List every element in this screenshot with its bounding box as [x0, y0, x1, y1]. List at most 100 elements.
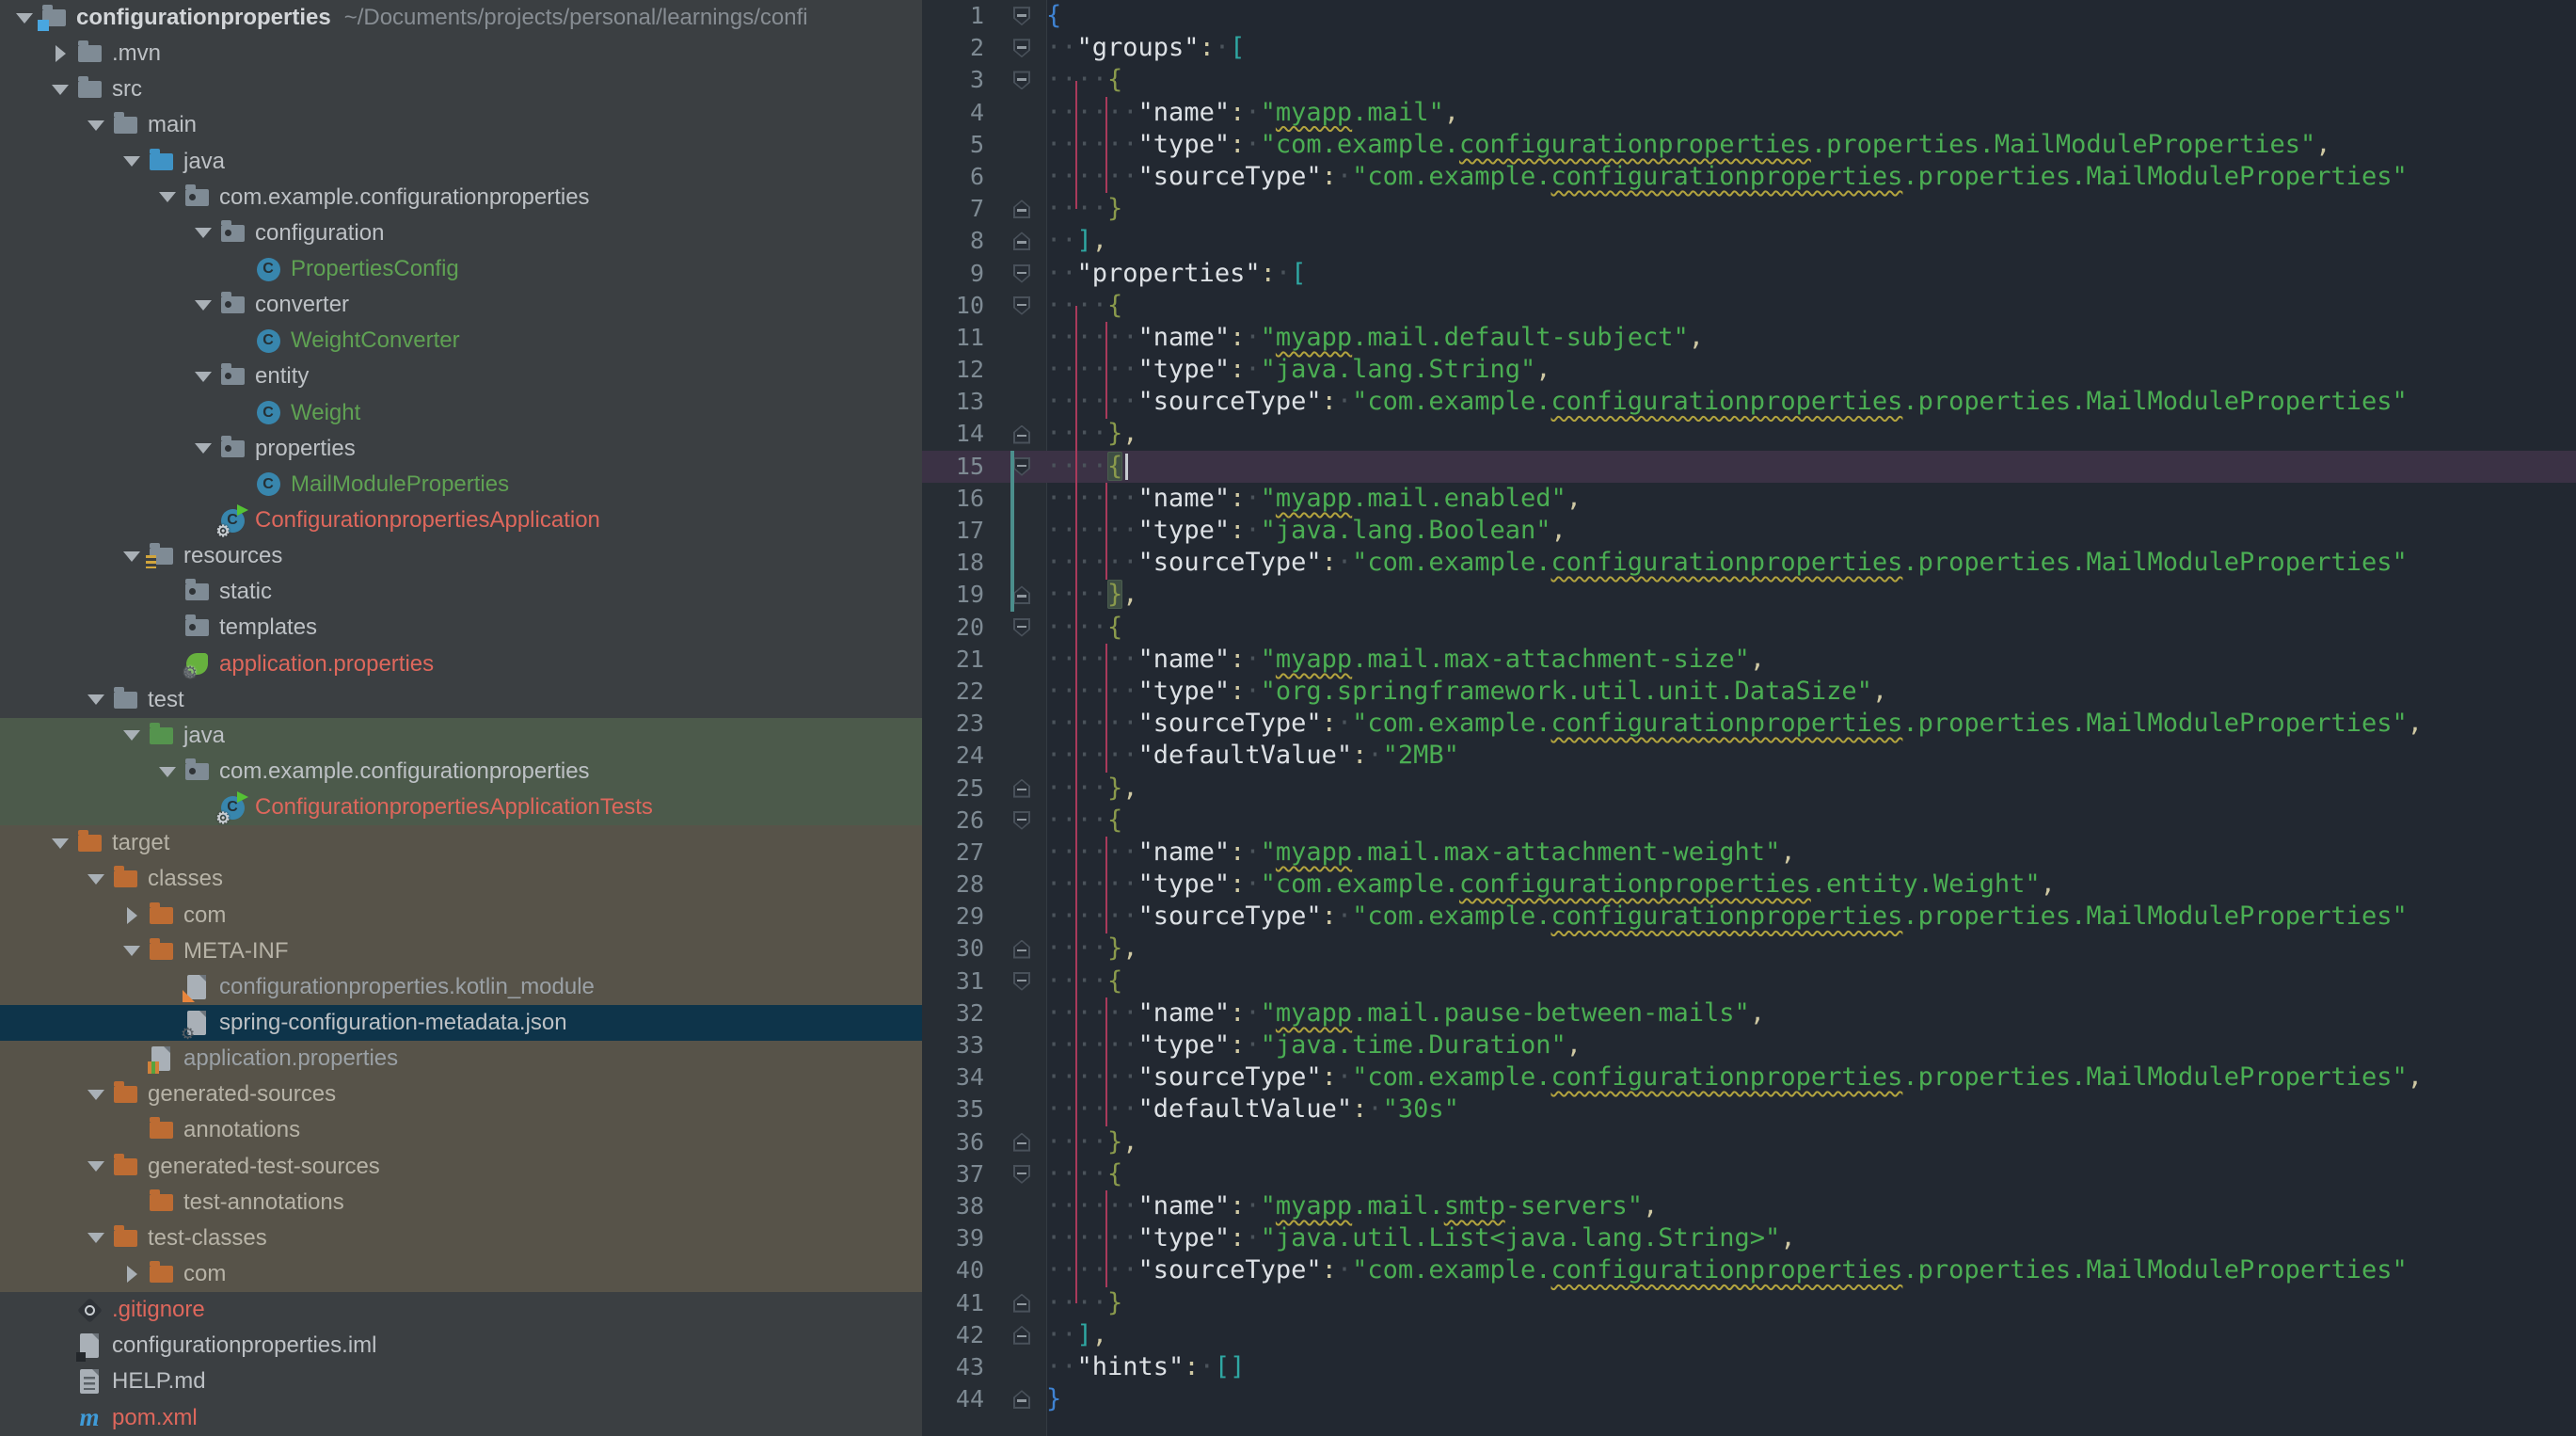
tree-item-properties[interactable]: properties	[0, 431, 922, 467]
code-line[interactable]: 43 ··"hints":·[]	[922, 1351, 2576, 1383]
code-line[interactable]: 23 ······"sourceType":·"com.example.confi…	[922, 708, 2576, 740]
fold-open-icon[interactable]	[1013, 295, 1030, 315]
code-line[interactable]: 32 ······"name":·"myapp.mail.pause-betwee…	[922, 997, 2576, 1029]
tree-item-application.properties[interactable]: application.properties	[0, 646, 922, 683]
fold-marker[interactable]	[997, 1383, 1046, 1415]
tree-item-configurationproperties.iml[interactable]: configurationproperties.iml	[0, 1328, 922, 1364]
tree-item-propertiesconfig[interactable]: C PropertiesConfig	[0, 251, 922, 287]
chevron-down-icon[interactable]	[81, 1161, 111, 1173]
tree-item-help.md[interactable]: HELP.md	[0, 1364, 922, 1399]
fold-close-icon[interactable]	[1013, 939, 1030, 959]
tree-item-java[interactable]: java	[0, 144, 922, 180]
tree-item-meta-inf[interactable]: META-INF	[0, 933, 922, 969]
fold-marker[interactable]	[997, 258, 1046, 290]
code-line[interactable]: 41 ····}	[922, 1287, 2576, 1319]
code-line[interactable]: 29 ······"sourceType":·"com.example.confi…	[922, 901, 2576, 933]
code-line[interactable]: 40 ······"sourceType":·"com.example.confi…	[922, 1254, 2576, 1286]
tree-item-entity[interactable]: entity	[0, 359, 922, 394]
chevron-down-icon[interactable]	[188, 371, 218, 382]
chevron-right-icon[interactable]	[45, 45, 75, 63]
fold-marker[interactable]	[997, 64, 1046, 96]
code-line[interactable]: 25 ····},	[922, 773, 2576, 805]
fold-marker[interactable]	[997, 418, 1046, 450]
tree-item-resources[interactable]: resources	[0, 538, 922, 574]
fold-open-icon[interactable]	[1013, 971, 1030, 991]
code-line[interactable]: 33 ······"type":·"java.time.Duration",	[922, 1029, 2576, 1061]
tree-item-weight[interactable]: C Weight	[0, 395, 922, 431]
tree-item-target[interactable]: target	[0, 825, 922, 862]
fold-open-icon[interactable]	[1013, 39, 1030, 58]
chevron-down-icon[interactable]	[152, 192, 183, 203]
fold-marker[interactable]	[997, 1158, 1046, 1190]
tree-item-com.example.configurationproperties[interactable]: com.example.configurationproperties	[0, 753, 922, 790]
fold-close-icon[interactable]	[1013, 199, 1030, 219]
code-line[interactable]: 24 ······"defaultValue":·"2MB"	[922, 740, 2576, 772]
chevron-down-icon[interactable]	[188, 443, 218, 455]
code-line[interactable]: 20 ····{	[922, 612, 2576, 644]
tree-item-configurationproperties[interactable]: configurationproperties ~/Documents/proje…	[0, 0, 922, 36]
code-line[interactable]: 36 ····},	[922, 1126, 2576, 1158]
tree-item-application.properties[interactable]: application.properties	[0, 1041, 922, 1077]
fold-open-icon[interactable]	[1013, 810, 1030, 830]
tree-item-test-annotations[interactable]: test-annotations	[0, 1184, 922, 1221]
fold-open-icon[interactable]	[1013, 1164, 1030, 1184]
fold-open-icon[interactable]	[1013, 7, 1030, 26]
code-line[interactable]: 31 ····{	[922, 965, 2576, 997]
vcs-change-bar[interactable]	[1010, 450, 1014, 612]
code-line[interactable]: 21 ······"name":·"myapp.mail.max-attachme…	[922, 644, 2576, 676]
chevron-down-icon[interactable]	[152, 766, 183, 777]
tree-item-configurationproperties.kotlin-module[interactable]: configurationproperties.kotlin_module	[0, 968, 922, 1005]
fold-marker[interactable]	[997, 0, 1046, 32]
code-line[interactable]: 14 ····},	[922, 418, 2576, 450]
code-line[interactable]: 11 ······"name":·"myapp.mail.default-subj…	[922, 322, 2576, 354]
tree-item-test[interactable]: test	[0, 682, 922, 718]
tree-item-spring-configuration-metadata.json[interactable]: spring-configuration-metadata.json	[0, 1004, 922, 1044]
code-line[interactable]: 35 ······"defaultValue":·"30s"	[922, 1093, 2576, 1125]
chevron-right-icon[interactable]	[117, 1265, 147, 1283]
code-line[interactable]: 22 ······"type":·"org.springframework.uti…	[922, 676, 2576, 708]
tree-item-weightconverter[interactable]: C WeightConverter	[0, 323, 922, 359]
code-line[interactable]: 39 ······"type":·"java.util.List<java.lan…	[922, 1222, 2576, 1254]
code-line[interactable]: 17 ······"type":·"java.lang.Boolean",	[922, 515, 2576, 547]
chevron-down-icon[interactable]	[117, 730, 147, 742]
fold-marker[interactable]	[997, 1126, 1046, 1158]
fold-marker[interactable]	[997, 451, 1046, 483]
tree-item-mailmoduleproperties[interactable]: C MailModuleProperties	[0, 467, 922, 503]
chevron-down-icon[interactable]	[9, 12, 40, 24]
tree-item-com[interactable]: com	[0, 897, 922, 933]
tree-item-configuration[interactable]: configuration	[0, 215, 922, 251]
tree-item-annotations[interactable]: annotations	[0, 1112, 922, 1149]
fold-close-icon[interactable]	[1013, 778, 1030, 798]
code-line[interactable]: 19 ····},	[922, 579, 2576, 611]
tree-item-java[interactable]: java	[0, 717, 922, 754]
fold-marker[interactable]	[997, 290, 1046, 322]
code-line[interactable]: 6 ······"sourceType":·"com.example.config…	[922, 161, 2576, 193]
tree-item-static[interactable]: static	[0, 574, 922, 610]
tree-item-com[interactable]: com	[0, 1255, 922, 1293]
chevron-down-icon[interactable]	[81, 120, 111, 131]
fold-marker[interactable]	[997, 579, 1046, 611]
tree-item-classes[interactable]: classes	[0, 861, 922, 898]
chevron-down-icon[interactable]	[117, 946, 147, 957]
tree-item-.mvn[interactable]: .mvn	[0, 36, 922, 72]
code-line[interactable]: 2 ··"groups":·[	[922, 32, 2576, 64]
code-line[interactable]: 44}	[922, 1383, 2576, 1415]
code-line[interactable]: 5 ······"type":·"com.example.configuratio…	[922, 129, 2576, 161]
fold-open-icon[interactable]	[1013, 263, 1030, 283]
fold-close-icon[interactable]	[1013, 1325, 1030, 1345]
code-line[interactable]: 30 ····},	[922, 933, 2576, 965]
code-line[interactable]: 9 ··"properties":·[	[922, 258, 2576, 290]
fold-marker[interactable]	[997, 1319, 1046, 1351]
code-line[interactable]: 10 ····{	[922, 290, 2576, 322]
fold-marker[interactable]	[997, 612, 1046, 644]
fold-open-icon[interactable]	[1013, 456, 1030, 476]
chevron-down-icon[interactable]	[117, 156, 147, 168]
chevron-down-icon[interactable]	[188, 228, 218, 239]
chevron-down-icon[interactable]	[45, 84, 75, 95]
fold-marker[interactable]	[997, 965, 1046, 997]
code-line[interactable]: 7 ····}	[922, 193, 2576, 225]
chevron-down-icon[interactable]	[81, 1233, 111, 1244]
tree-item-configurationpropertiesapplication[interactable]: C ConfigurationpropertiesApplication	[0, 503, 922, 541]
code-line[interactable]: 27 ······"name":·"myapp.mail.max-attachme…	[922, 837, 2576, 869]
code-line-current[interactable]: 15 ····{	[922, 450, 2576, 483]
